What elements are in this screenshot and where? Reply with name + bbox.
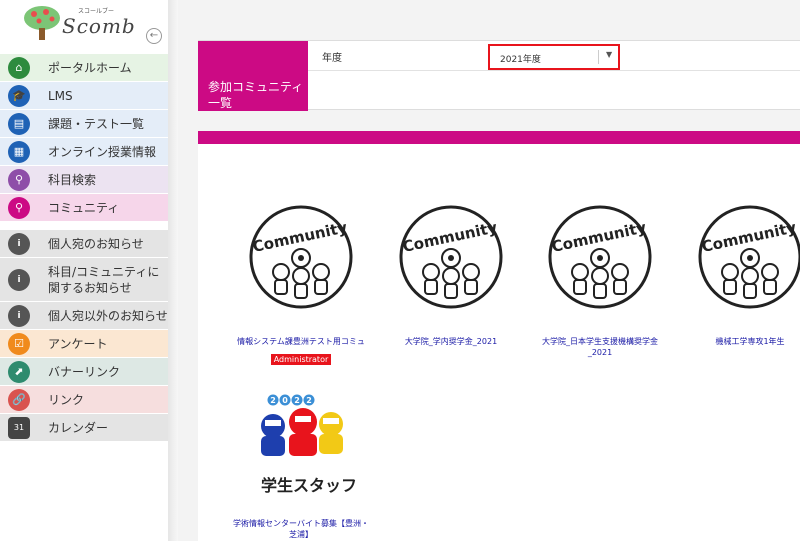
sidebar-nav: ⌂ ポータルホーム 🎓 LMS ▤ 課題・テスト一覧 ▦ オンライン授業情報 ⚲ 科目検索 ⚲ コミュ…	[0, 54, 168, 442]
community-logo-icon: Community	[698, 205, 800, 309]
sidebar-item-7[interactable]: i 科目/コミュニティに 関するお知らせ	[0, 258, 168, 302]
sidebar-item-label: 課題・テスト一覧	[48, 116, 145, 131]
search-icon: ⚲	[8, 168, 30, 191]
year-label: 年度	[322, 53, 342, 64]
sidebar-item-label: リンク	[48, 392, 85, 407]
sidebar-item-9[interactable]: ☑ アンケート	[0, 330, 168, 358]
community-tile[interactable]: Community 大学院_学内奨学金_2021	[381, 204, 521, 347]
community-logo-icon: Community	[399, 205, 503, 309]
filter-card: 参加コミュニティ一覧 年度 2021年度 ▼	[198, 40, 800, 111]
select-separator	[598, 50, 599, 64]
sidebar-item-label: アンケート	[48, 336, 108, 351]
community-tile[interactable]: 2022 学生スタッフ 学術情報センターバイト募集【豊洲・芝浦】	[231, 392, 371, 540]
sidebar-item-label: 科目/コミュニティに 関するお知らせ	[48, 264, 160, 295]
community-tile[interactable]: Community 機械工学専攻1年生	[680, 204, 800, 347]
list-icon: ▤	[8, 112, 30, 135]
search-icon: ⚲	[8, 196, 30, 219]
sidebar-item-12[interactable]: 31 カレンダー	[0, 414, 168, 442]
sidebar-item-label: 個人宛のお知らせ	[48, 236, 144, 251]
svg-text:2: 2	[270, 396, 276, 405]
graduation-cap-icon: 🎓	[8, 84, 30, 107]
community-tile[interactable]: Community 大学院_日本学生支援機構奨学金_2021	[530, 204, 670, 358]
sidebar-item-10[interactable]: ⬈ バナーリンク	[0, 358, 168, 386]
svg-text:2: 2	[306, 396, 312, 405]
checkbox-icon: ☑	[8, 332, 30, 355]
sidebar-item-8[interactable]: i 個人宛以外のお知らせ	[0, 302, 168, 330]
info-icon: i	[8, 232, 30, 255]
sidebar-item-3[interactable]: ▦ オンライン授業情報	[0, 138, 168, 166]
sidebar-item-2[interactable]: ▤ 課題・テスト一覧	[0, 110, 168, 138]
student-staff-label: 学生スタッフ	[261, 476, 358, 495]
sidebar-item-label: LMS	[48, 88, 73, 103]
year-select-value: 2021年度	[500, 55, 541, 65]
link-icon: 🔗	[8, 388, 30, 411]
sidebar-item-11[interactable]: 🔗 リンク	[0, 386, 168, 414]
sidebar-item-label: コミュニティ	[48, 200, 120, 215]
sidebar-item-4[interactable]: ⚲ 科目検索	[0, 166, 168, 194]
banner-link-icon: ⬈	[8, 360, 30, 383]
info-icon: i	[8, 268, 30, 291]
community-name-link[interactable]: 大学院_学内奨学金_2021	[381, 336, 521, 347]
sidebar-item-label: 個人宛以外のお知らせ	[48, 308, 168, 323]
year-select[interactable]: 2021年度 ▼	[488, 44, 620, 70]
divider	[308, 70, 800, 71]
page-title: 参加コミュニティ一覧	[198, 41, 308, 111]
community-name-link[interactable]: 学術情報センターバイト募集【豊洲・芝浦】	[231, 518, 371, 540]
sidebar-item-label: カレンダー	[48, 420, 109, 435]
building-icon: ▦	[8, 140, 30, 163]
sidebar-item-1[interactable]: 🎓 LMS	[0, 82, 168, 110]
community-name-link[interactable]: 情報システム課豊洲テスト用コミュ	[231, 336, 371, 347]
sidebar-item-6[interactable]: i 個人宛のお知らせ	[0, 230, 168, 258]
community-logo-icon: Community	[548, 205, 652, 309]
section-bar	[198, 131, 800, 144]
svg-text:2: 2	[294, 396, 300, 405]
community-tile[interactable]: Community 情報システム課豊洲テスト用コミュ Administrator	[231, 204, 371, 366]
sidebar-item-label: 科目検索	[48, 172, 97, 187]
sidebar-item-label: バナーリンク	[48, 364, 121, 379]
community-name-link[interactable]: 機械工学専攻1年生	[680, 336, 800, 347]
sidebar-item-label: ポータルホーム	[48, 60, 132, 75]
info-icon: i	[8, 304, 30, 327]
community-name-link[interactable]: 大学院_日本学生支援機構奨学金_2021	[530, 336, 670, 358]
calendar-icon: 31	[8, 416, 30, 439]
community-logo-icon: Community	[249, 205, 353, 309]
sidebar: スコールブー Scomb ← ⌂ ポータルホーム 🎓 LMS ▤ 課題・テスト一覧 ▦ オンラ…	[0, 0, 178, 541]
scomb-logo[interactable]: スコールブー Scomb	[18, 4, 148, 44]
sidebar-shadow	[168, 0, 178, 541]
admin-badge: Administrator	[270, 354, 332, 365]
sidebar-item-label: オンライン授業情報	[48, 144, 157, 159]
sidebar-item-5[interactable]: ⚲ コミュニティ	[0, 194, 168, 222]
logo-text: Scomb	[62, 14, 136, 38]
chevron-down-icon: ▼	[606, 50, 613, 59]
svg-text:0: 0	[282, 396, 288, 405]
home-icon: ⌂	[8, 56, 30, 79]
collapse-sidebar-button[interactable]: ←	[146, 28, 162, 44]
arrow-left-icon: ←	[149, 30, 159, 41]
tree-icon	[24, 6, 60, 40]
sidebar-item-0[interactable]: ⌂ ポータルホーム	[0, 54, 168, 82]
